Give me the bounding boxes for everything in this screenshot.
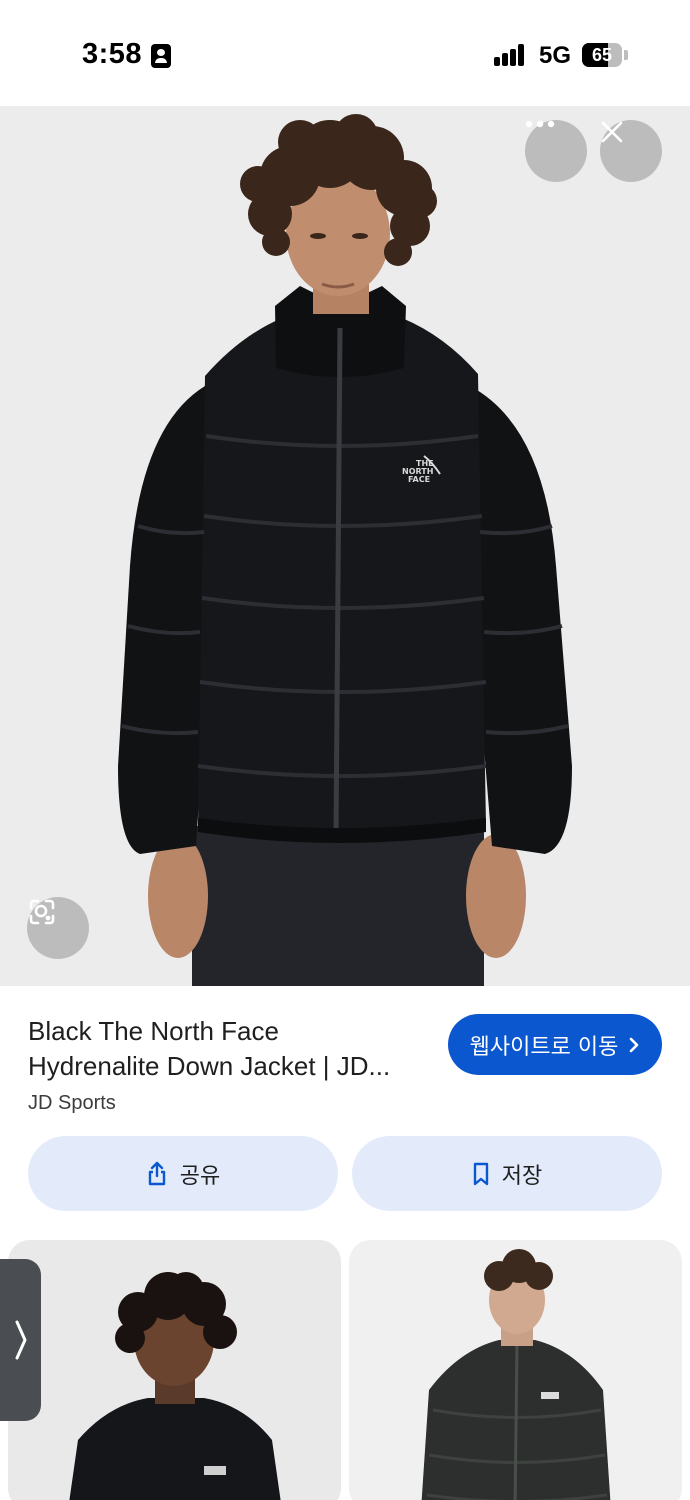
close-icon xyxy=(601,121,623,143)
side-expand-tab[interactable] xyxy=(0,1259,41,1421)
network-type: 5G xyxy=(539,42,572,69)
battery-percent: 65 xyxy=(591,45,613,65)
bookmark-icon xyxy=(473,1162,488,1185)
related-result-card[interactable] xyxy=(349,1240,682,1500)
product-title-line-1: Black The North Face xyxy=(28,1016,279,1046)
related-results-grid xyxy=(0,1236,690,1500)
product-title[interactable]: Black The North Face Hydrenalite Down Ja… xyxy=(28,1014,428,1084)
related-result-card[interactable] xyxy=(8,1240,341,1500)
more-horizontal-icon xyxy=(525,120,555,128)
lens-search-icon xyxy=(29,899,55,925)
share-label: 공유 xyxy=(179,1163,221,1189)
signal-icon xyxy=(494,44,526,66)
save-label: 저장 xyxy=(501,1163,543,1189)
related-result-image xyxy=(349,1240,682,1500)
chevron-right-icon xyxy=(15,1320,26,1360)
chevron-right-icon xyxy=(630,1037,639,1052)
product-title-line-2: Hydrenalite Down Jacket | JD... xyxy=(28,1051,391,1081)
lens-search-button[interactable] xyxy=(27,897,89,959)
related-result-image xyxy=(8,1240,341,1500)
close-button[interactable] xyxy=(600,120,662,182)
status-bar: 3:58 5G 65 xyxy=(0,0,690,106)
battery-nub xyxy=(624,50,628,60)
visit-website-label: 웹사이트로 이동 xyxy=(469,1034,619,1060)
visit-website-button[interactable]: 웹사이트로 이동 xyxy=(448,1014,662,1075)
battery-icon: 65 xyxy=(582,43,622,67)
product-image-viewer[interactable]: THE NORTH FACE xyxy=(0,106,690,986)
contact-card-icon xyxy=(151,44,171,68)
more-options-button[interactable] xyxy=(525,120,587,182)
product-info-panel: Black The North Face Hydrenalite Down Ja… xyxy=(0,986,690,1236)
jacket-logo-line-3: FACE xyxy=(408,475,430,484)
share-icon xyxy=(148,1161,165,1185)
share-button[interactable]: 공유 xyxy=(28,1136,338,1211)
product-photo: THE NORTH FACE xyxy=(0,106,690,986)
product-source: JD Sports xyxy=(28,1092,116,1114)
save-button[interactable]: 저장 xyxy=(352,1136,662,1211)
status-time: 3:58 xyxy=(82,38,143,70)
